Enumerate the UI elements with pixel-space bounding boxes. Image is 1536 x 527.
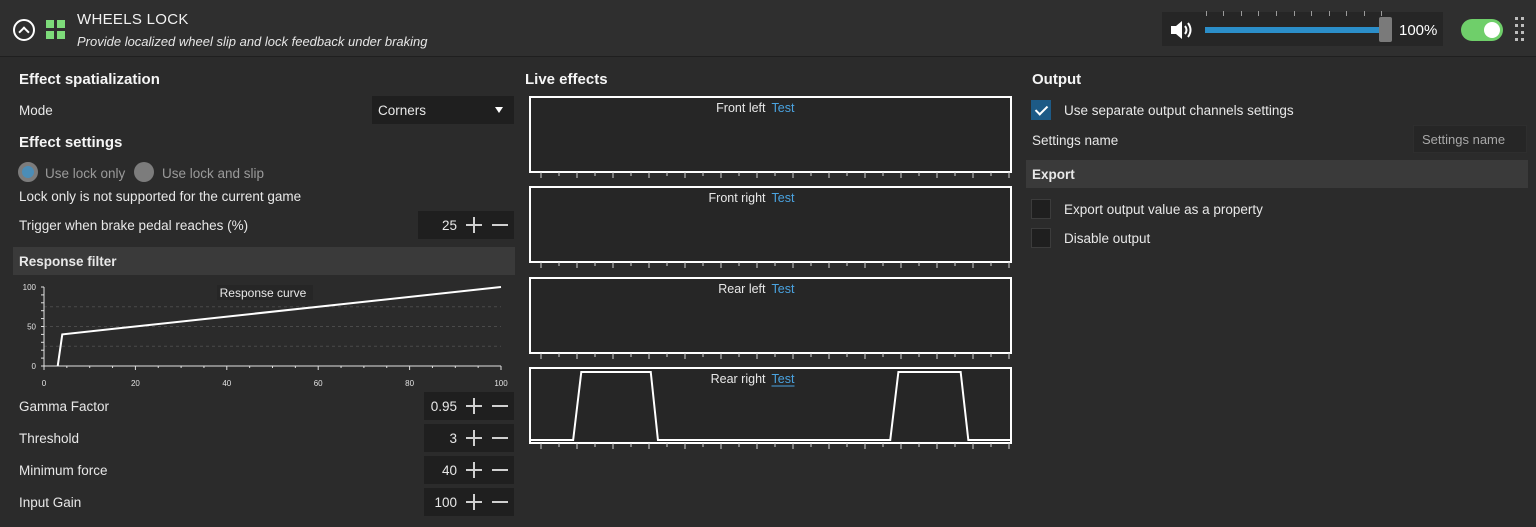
trigger-stepper[interactable]: 25 — [418, 211, 514, 239]
volume-percent: 100% — [1399, 22, 1438, 39]
plus-icon[interactable] — [466, 217, 482, 233]
plus-icon[interactable] — [466, 430, 482, 446]
x-tick-label: 80 — [405, 379, 414, 388]
param-label: Minimum force — [19, 463, 108, 478]
minus-icon[interactable] — [492, 469, 508, 471]
export-title: Export — [1032, 167, 1075, 182]
mode-select[interactable]: Corners — [372, 96, 514, 124]
effect-title: WHEELS LOCK — [77, 11, 189, 28]
mode-label: Mode — [19, 103, 53, 118]
effect-subtitle: Provide localized wheel slip and lock fe… — [77, 34, 428, 49]
disable-output-checkbox[interactable] — [1031, 228, 1051, 248]
plus-icon[interactable] — [466, 398, 482, 414]
volume-slider-thumb[interactable] — [1379, 17, 1392, 42]
effect-enabled-toggle[interactable] — [1461, 19, 1503, 41]
response-filter-header[interactable]: Response filter — [13, 247, 515, 275]
collapse-icon[interactable] — [13, 19, 35, 41]
x-tick-label: 60 — [314, 379, 323, 388]
minus-icon[interactable] — [492, 405, 508, 407]
param-label: Threshold — [19, 431, 80, 446]
x-tick-label: 100 — [494, 379, 508, 388]
channel-name: Front right — [709, 191, 766, 205]
trigger-value: 25 — [441, 218, 457, 233]
minus-icon[interactable] — [492, 501, 508, 503]
settings-name-input[interactable] — [1414, 126, 1526, 152]
param-value: 40 — [441, 463, 457, 478]
channel-name: Rear left — [718, 282, 766, 296]
live-effects-plots: Front left Test Front right Test Rear left Te… — [529, 96, 1012, 449]
param-label: Gamma Factor — [19, 399, 110, 414]
minus-icon[interactable] — [492, 224, 508, 226]
x-tick-label: 0 — [42, 379, 47, 388]
response-filter-title: Response filter — [19, 254, 117, 269]
plus-icon[interactable] — [466, 494, 482, 510]
radio-lock-only-label: Use lock only — [45, 166, 126, 181]
param-value: 100 — [434, 495, 457, 510]
effect-settings-title: Effect settings — [19, 134, 123, 151]
param-stepper[interactable]: 40 — [424, 456, 514, 484]
y-tick-label: 100 — [23, 283, 37, 292]
channel-name: Front left — [716, 101, 766, 115]
param-stepper[interactable]: 3 — [424, 424, 514, 452]
radio-lock-only[interactable] — [18, 162, 38, 182]
param-value: 3 — [449, 431, 457, 446]
response-curve-chart: 100 50 00 20 40 60 80 100 Response curve — [23, 283, 509, 388]
volume-ticks — [1206, 11, 1382, 17]
param-label: Input Gain — [19, 495, 82, 510]
y-tick-label: 0 — [32, 362, 37, 371]
volume-slider-track[interactable] — [1205, 27, 1383, 33]
live-plot-label: Front left Test — [716, 100, 817, 115]
settings-name-label: Settings name — [1032, 133, 1119, 148]
mode-select-value: Corners — [378, 103, 427, 118]
trigger-label: Trigger when brake pedal reaches (%) — [19, 218, 249, 233]
param-stepper[interactable]: 0.95 — [424, 392, 514, 420]
speaker-icon[interactable] — [1169, 18, 1195, 42]
disable-output-label: Disable output — [1064, 231, 1151, 246]
radio-lock-and-slip[interactable] — [134, 162, 154, 182]
channel-name: Rear right — [711, 372, 766, 386]
param-value: 0.95 — [430, 399, 457, 414]
separate-channels-checkbox[interactable] — [1031, 100, 1051, 120]
test-link[interactable]: Test — [772, 191, 795, 205]
live-plot-label: Rear right Test — [711, 371, 817, 386]
y-tick-label: 50 — [27, 323, 36, 332]
live-plot-label: Front right Test — [709, 190, 817, 205]
test-link[interactable]: Test — [772, 372, 795, 386]
lock-unsupported-warning: Lock only is not supported for the curre… — [19, 189, 302, 204]
separate-channels-label: Use separate output channels settings — [1064, 103, 1294, 118]
response-curve-label: Response curve — [220, 286, 307, 300]
live-plot-label: Rear left Test — [718, 281, 817, 296]
test-link[interactable]: Test — [772, 101, 795, 115]
spatialization-title: Effect spatialization — [19, 71, 160, 88]
test-link[interactable]: Test — [772, 282, 795, 296]
export-property-checkbox[interactable] — [1031, 199, 1051, 219]
live-effects-title: Live effects — [525, 71, 608, 88]
minus-icon[interactable] — [492, 437, 508, 439]
grid-icon — [46, 20, 66, 40]
output-title: Output — [1032, 71, 1082, 88]
export-header[interactable]: Export — [1026, 160, 1528, 188]
plus-icon[interactable] — [466, 462, 482, 478]
settings-name-field[interactable] — [1413, 125, 1527, 153]
x-tick-label: 40 — [222, 379, 231, 388]
param-stepper[interactable]: 100 — [424, 488, 514, 516]
x-tick-label: 20 — [131, 379, 140, 388]
drag-handle-icon[interactable] — [1515, 17, 1525, 41]
export-property-label: Export output value as a property — [1064, 202, 1263, 217]
radio-lock-and-slip-label: Use lock and slip — [162, 166, 265, 181]
